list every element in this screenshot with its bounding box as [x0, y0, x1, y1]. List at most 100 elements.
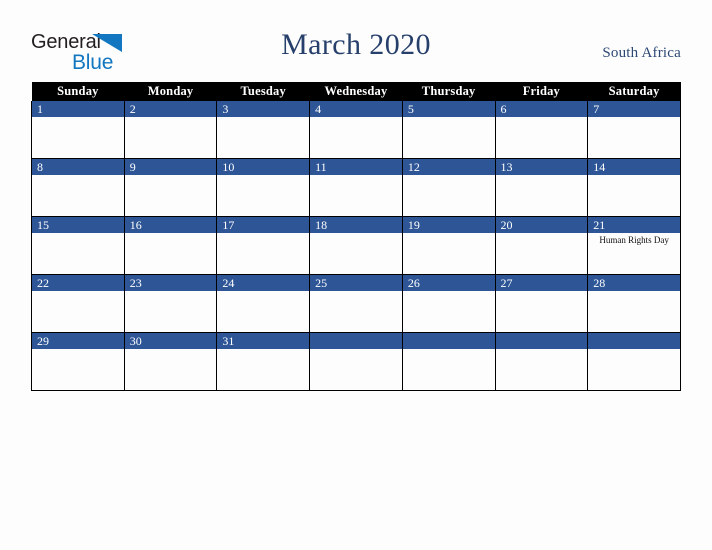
calendar-day-events [217, 117, 309, 119]
calendar-day-cell[interactable]: 5 [401, 101, 496, 159]
calendar-day-cell[interactable]: 3 [216, 101, 311, 159]
calendar-day-cell[interactable]: 27 [494, 274, 589, 333]
calendar-day-cell[interactable] [587, 332, 681, 391]
calendar-day-events [496, 117, 588, 119]
calendar-day-cell[interactable]: 17 [216, 216, 311, 275]
calendar-day-number: 2 [124, 101, 217, 117]
calendar-day-number: 3 [217, 101, 310, 117]
calendar-day-cell[interactable]: 1 [31, 101, 125, 159]
calendar-day-cell[interactable] [309, 332, 403, 391]
calendar-day-events [588, 175, 680, 177]
calendar-day-cell[interactable]: 14 [587, 158, 681, 217]
calendar-week-row: 1234567 [31, 101, 681, 159]
calendar-day-events [217, 349, 309, 351]
calendar-day-events [310, 291, 402, 293]
calendar-day-events [125, 233, 217, 235]
calendar-day-events [32, 349, 124, 351]
calendar-day-cell[interactable]: 11 [309, 158, 403, 217]
calendar-day-events [403, 233, 495, 235]
calendar-day-number: 9 [124, 159, 217, 175]
calendar-day-cell[interactable]: 22 [31, 274, 125, 333]
calendar-day-events [32, 117, 124, 119]
calendar-day-number: 20 [495, 217, 588, 233]
calendar-day-number: 25 [310, 275, 402, 291]
weekday-header-sunday: Sunday [31, 82, 125, 101]
calendar-day-events [125, 175, 217, 177]
calendar-day-number [588, 333, 680, 349]
calendar-day-cell[interactable]: 8 [31, 158, 125, 217]
calendar-day-events [310, 233, 402, 235]
calendar-day-cell[interactable]: 18 [309, 216, 403, 275]
calendar-day-cell[interactable]: 10 [216, 158, 311, 217]
calendar-day-events [32, 291, 124, 293]
calendar-day-cell[interactable]: 28 [587, 274, 681, 333]
calendar-week-row: 22 23 24 25 26 27 28 [31, 274, 681, 333]
calendar-day-number: 27 [495, 275, 588, 291]
calendar-day-cell[interactable]: 9 [123, 158, 218, 217]
calendar-day-events [310, 175, 402, 177]
calendar-day-events [496, 349, 588, 351]
calendar-day-number: 24 [217, 275, 310, 291]
calendar-day-cell[interactable]: 7 [587, 101, 681, 159]
calendar-day-events [403, 291, 495, 293]
calendar-day-number: 10 [217, 159, 310, 175]
calendar-day-events [496, 233, 588, 235]
calendar-day-cell[interactable]: 24 [216, 274, 311, 333]
page-header: General Blue March 2020 South Africa [0, 0, 712, 82]
calendar-day-cell[interactable] [494, 332, 589, 391]
weekday-header-tuesday: Tuesday [216, 82, 310, 101]
calendar-day-cell[interactable]: 6 [494, 101, 589, 159]
calendar-day-number: 19 [402, 217, 495, 233]
calendar-day-number: 4 [310, 101, 402, 117]
calendar-week-row: 29 30 31 [31, 332, 681, 391]
calendar-day-cell[interactable]: 30 [123, 332, 218, 391]
calendar-day-events [32, 175, 124, 177]
calendar-grid: Sunday Monday Tuesday Wednesday Thursday… [31, 82, 681, 391]
calendar-day-events [403, 175, 495, 177]
calendar-day-number: 8 [32, 159, 124, 175]
calendar-day-cell[interactable]: 31 [216, 332, 311, 391]
calendar-day-cell[interactable]: 26 [401, 274, 496, 333]
calendar-day-events [217, 175, 309, 177]
calendar-day-number: 7 [588, 101, 680, 117]
calendar-day-number: 13 [495, 159, 588, 175]
calendar-day-cell[interactable]: 21 Human Rights Day [587, 216, 681, 275]
calendar-day-number: 5 [402, 101, 495, 117]
calendar-day-number: 22 [32, 275, 124, 291]
calendar-day-events: Human Rights Day [588, 233, 680, 246]
calendar-day-events [496, 291, 588, 293]
calendar-day-cell[interactable]: 20 [494, 216, 589, 275]
calendar-day-number: 12 [402, 159, 495, 175]
calendar-day-number [495, 333, 588, 349]
calendar-day-events [403, 349, 495, 351]
calendar-day-events [32, 233, 124, 235]
calendar-day-number: 31 [217, 333, 310, 349]
calendar-day-cell[interactable]: 13 [494, 158, 589, 217]
calendar-day-events [588, 349, 680, 351]
calendar-day-number: 28 [588, 275, 680, 291]
calendar-day-number [310, 333, 402, 349]
calendar-day-number: 26 [402, 275, 495, 291]
weekday-header-row: Sunday Monday Tuesday Wednesday Thursday… [31, 82, 681, 101]
calendar-day-cell[interactable] [401, 332, 496, 391]
calendar-day-cell[interactable]: 12 [401, 158, 496, 217]
calendar-day-events [217, 291, 309, 293]
calendar-week-row: 8 9 10 11 12 13 14 [31, 158, 681, 217]
calendar-day-cell[interactable]: 29 [31, 332, 125, 391]
weekday-header-saturday: Saturday [587, 82, 681, 101]
calendar-day-cell[interactable]: 2 [123, 101, 218, 159]
calendar-day-number: 11 [310, 159, 402, 175]
calendar-day-number: 21 [588, 217, 680, 233]
holiday-label: Human Rights Day [599, 235, 669, 245]
calendar-day-cell[interactable]: 16 [123, 216, 218, 275]
calendar-body: 1 2 3 4 5 6 7 8 9 10 11 12 13 14 15 16 17 18 19 20 21 Human R… [31, 101, 681, 391]
calendar-day-events [403, 117, 495, 119]
calendar-day-cell[interactable]: 25 [309, 274, 403, 333]
calendar-day-cell[interactable]: 23 [123, 274, 218, 333]
calendar-day-cell[interactable]: 19 [401, 216, 496, 275]
calendar-day-number: 15 [32, 217, 124, 233]
calendar-day-cell[interactable]: 4 [309, 101, 403, 159]
calendar-day-cell[interactable]: 15 [31, 216, 125, 275]
calendar-day-events [125, 117, 217, 119]
weekday-header-thursday: Thursday [402, 82, 496, 101]
